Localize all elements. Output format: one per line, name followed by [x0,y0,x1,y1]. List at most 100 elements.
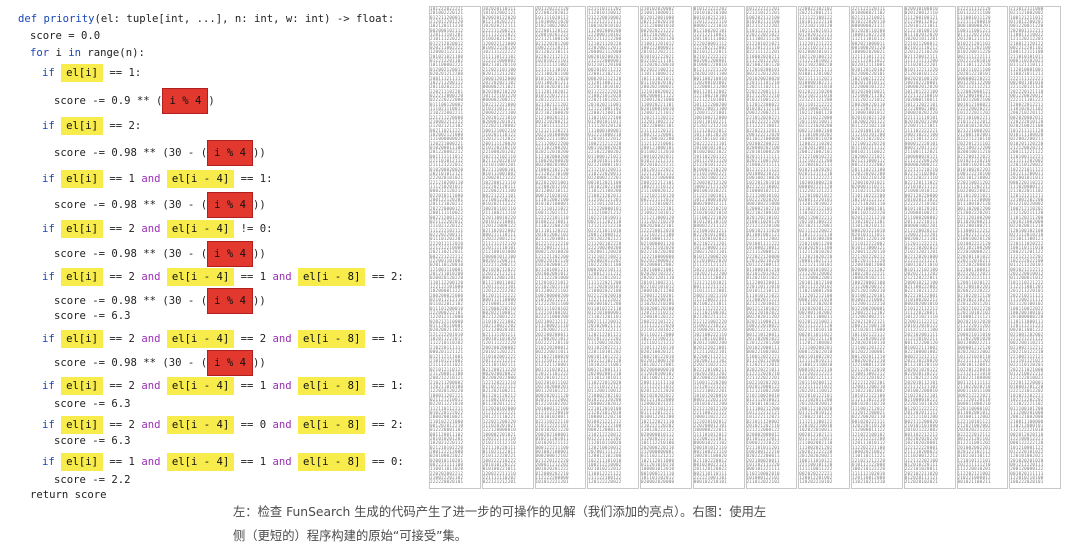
grid-column: 211012111000 021121002002 100121211012 0… [1009,6,1061,489]
code-token: == 2 [103,380,142,392]
admissible-set-grid: 101222022221 201002220121 012211200011 2… [429,6,1062,489]
code-token: score = 0.0 [30,30,101,42]
code-token: for [30,47,56,59]
code-token: in [68,47,88,59]
code-token: == 1: [365,380,404,392]
code-line: return score [30,486,107,504]
highlighted-token: el[i] [61,220,104,238]
code-token: == 2 [103,223,142,235]
code-token: i [55,47,69,59]
code-token: == 2 [103,419,142,431]
code-token: and [141,271,167,283]
highlighted-token: el[i] [61,170,104,188]
code-token: and [272,380,299,392]
code-token: return score [30,489,107,501]
code-token: )) [252,147,266,159]
highlighted-token: el[i - 8] [298,268,366,286]
highlighted-token: el[i - 4] [166,453,235,471]
code-token: score -= 6.3 [54,435,131,447]
grid-column: 201120222120 222002202012 101111020112 1… [534,6,587,489]
code-token: == 2: [365,419,404,431]
red-highlighted-token: i % 4 [207,288,253,314]
code-token: == 1: [234,173,273,185]
code-line: score -= 0.98 ** (30 - (i % 4)) [54,241,266,267]
figure-caption: 左：检查 FunSearch 生成的代码产生了进一步的可操作的见解（我们添加的亮… [233,500,853,548]
code-token: == 0 [234,419,273,431]
code-token: and [141,456,167,468]
code-token: and [272,333,299,345]
grid-column: 101222022221 201002220121 012211200011 2… [429,6,481,489]
code-token: if [42,120,62,132]
code-token: == 1: [365,333,404,345]
highlighted-token: el[i - 4] [166,416,235,434]
code-line: score -= 0.9 ** (i % 4) [54,88,215,114]
code-line: for i in range(n): [30,44,145,62]
grid-column: 221122120111 010000021102 021211210021 0… [851,6,903,489]
code-token: == 1 [103,456,142,468]
code-token: and [141,419,167,431]
code-token: == 1 [234,271,273,283]
code-line: if el[i] == 2 and el[i - 4] == 2 and el[… [42,330,404,348]
highlighted-token: el[i - 4] [166,268,235,286]
highlighted-token: el[i] [61,268,104,286]
highlighted-token: el[i - 4] [166,220,235,238]
code-token: and [272,271,299,283]
code-line: if el[i] == 2 and el[i - 4] == 1 and el[… [42,268,404,286]
code-token: ) [208,95,215,107]
grid-column: 020010100010 020120012110 111200100121 2… [903,6,956,489]
code-token: priority [43,13,95,25]
code-token: range(n): [87,47,145,59]
code-token: score -= 0.9 ** ( [54,95,163,107]
code-token: score -= 0.98 ** (30 - ( [54,147,208,159]
red-highlighted-token: i % 4 [162,88,209,114]
code-line: if el[i] == 2 and el[i - 4] == 1 and el[… [42,377,404,395]
code-token: == 0: [365,456,404,468]
code-token: )) [252,248,266,260]
code-token: == 2 [234,333,273,345]
grid-column: 102020110111 101012002121 020020122020 0… [481,6,534,489]
code-line: score -= 0.98 ** (30 - (i % 4)) [54,140,266,166]
highlighted-token: el[i - 8] [298,377,366,395]
code-line: if el[i] == 1 and el[i - 4] == 1 and el[… [42,453,404,471]
code-line: score -= 6.3 [54,432,131,450]
code-token: )) [252,295,266,307]
code-token: and [272,456,299,468]
code-line: score -= 0.98 ** (30 - (i % 4)) [54,350,266,376]
code-token: if [42,67,62,79]
code-token: score -= 0.98 ** (30 - ( [54,357,208,369]
code-token: == 2 [103,333,142,345]
code-token: if [42,173,62,185]
grid-column: 122211112120 101122211100 111001011120 1… [956,6,1009,489]
code-token: and [141,380,167,392]
highlighted-token: el[i - 8] [298,330,366,348]
code-token: if [42,223,62,235]
code-line: def priority(el: tuple[int, ...], n: int… [18,10,394,28]
grid-column: 220022102102 202212001211 121122100122 1… [798,6,850,489]
code-token: score -= 6.3 [54,398,131,410]
code-token: score -= 2.2 [54,474,131,486]
highlighted-token: el[i] [61,117,104,135]
code-token: def [18,13,44,25]
code-token: and [141,173,167,185]
highlighted-token: el[i] [61,330,104,348]
highlighted-token: el[i] [61,377,104,395]
red-highlighted-token: i % 4 [207,241,253,267]
grid-column: 221110111202 112010110012 212220010002 1… [587,6,639,489]
code-token: score -= 0.98 ** (30 - ( [54,199,208,211]
highlighted-token: el[i - 8] [298,416,366,434]
code-token: == 1 [234,456,273,468]
code-token: and [272,419,299,431]
code-line: if el[i] == 1 and el[i - 4] == 1: [42,170,273,188]
code-token: if [42,419,62,431]
code-token: and [141,223,167,235]
code-token: == 1 [103,173,142,185]
code-token: == 1: [103,67,142,79]
code-line: score -= 6.3 [54,307,131,325]
grid-column: 010121222202 101010210100 001010212101 1… [692,6,745,489]
code-token: score -= 6.3 [54,310,131,322]
code-token: if [42,271,62,283]
code-token: )) [252,357,266,369]
code-line: if el[i] == 1: [42,64,141,82]
code-line: score = 0.0 [30,27,100,45]
code-line: if el[i] == 2: [42,117,141,135]
